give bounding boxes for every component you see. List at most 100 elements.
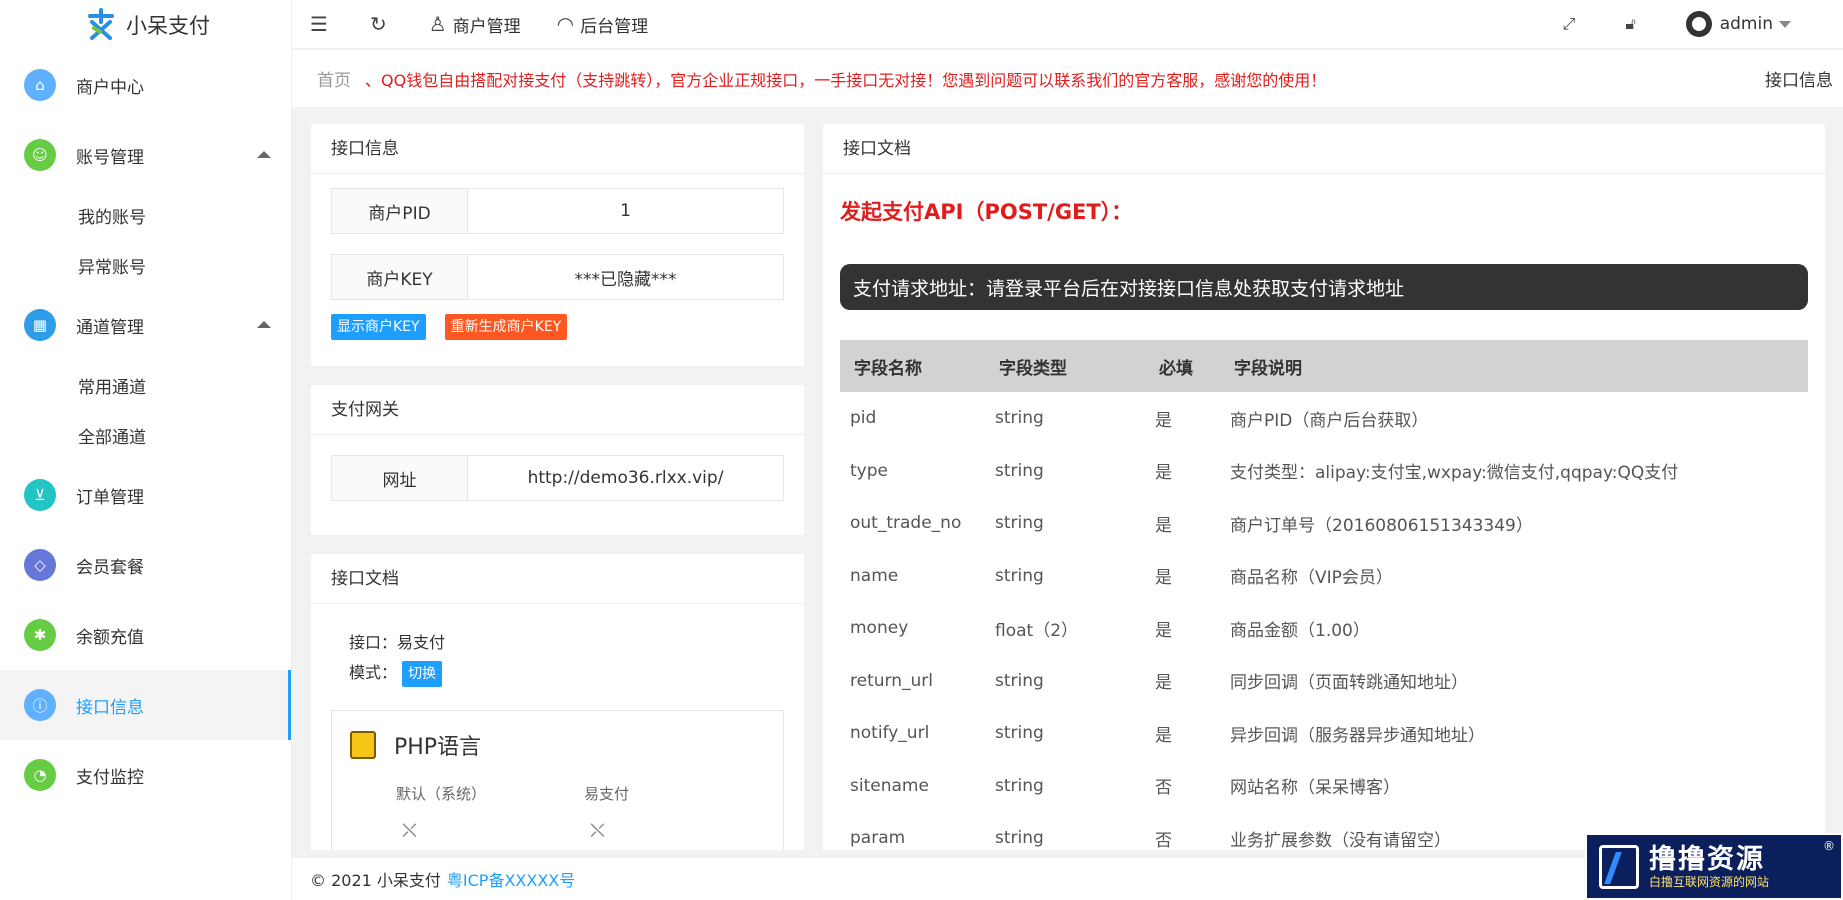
table-cell: string — [995, 775, 1044, 796]
table-cell: float（2） — [995, 620, 1079, 641]
gauge-icon: ◔ — [24, 759, 56, 791]
refresh-button[interactable]: ↻ — [352, 0, 411, 48]
sidebar-item-payment-monitor[interactable]: ◔ 支付监控 — [0, 740, 291, 810]
table-header-row: 字段名称 字段类型 必填 字段说明 — [840, 340, 1808, 392]
download-icon[interactable]: ⛌ — [402, 818, 590, 842]
gateway-url-label: 网址 — [332, 456, 468, 500]
sidebar-item-label: 通道管理 — [76, 317, 144, 338]
user-menu[interactable]: admin — [1664, 0, 1813, 48]
logo-icon — [88, 8, 114, 40]
fullscreen-button[interactable]: ⤢ — [1541, 0, 1604, 48]
php-download-icons: ⛌ ⛌ — [402, 818, 783, 842]
gateway-url-value: http://demo36.rlxx.vip/ — [527, 468, 724, 488]
option-default[interactable]: 默认（系统） — [396, 783, 584, 804]
breadcrumb-home[interactable]: 首页 — [317, 66, 351, 91]
table-cell: name — [850, 565, 899, 586]
menu-fold-icon: ☰ — [310, 12, 328, 36]
app-name: 小呆支付 — [126, 14, 210, 38]
table-row: return_url string 是 同步回调（页面转跳通知地址） — [840, 655, 1808, 708]
sidebar-subitem-common-channel[interactable]: 常用通道 — [0, 360, 291, 410]
table-cell: 是 — [1155, 410, 1172, 431]
left-doc-card: 接口文档 接口：易支付 模式： 切换 PHP语言 默认（系统） 易支付 ⛌ ⛌ — [311, 554, 804, 850]
home-icon: ⌂ — [24, 69, 56, 101]
api-title: 发起支付API（POST/GET）： — [840, 200, 1133, 224]
watermark-sub: 白撸互联网资源的网站 — [1649, 874, 1770, 889]
merchant-mgmt-button[interactable]: ♙ 商户管理 — [411, 0, 539, 48]
sidebar-item-order-mgmt[interactable]: ⊻ 订单管理 — [0, 460, 291, 530]
col-header: 字段名称 — [840, 340, 985, 392]
merchant-mgmt-label: 商户管理 — [452, 16, 521, 37]
sidebar-item-label: 支付监控 — [76, 767, 144, 788]
sidebar-subitem-my-account[interactable]: 我的账号 — [0, 190, 291, 240]
php-options: 默认（系统） 易支付 — [396, 783, 783, 804]
sidebar: 小呆支付 ⌂ 商户中心 ☺ 账号管理 我的账号 异常账号 ▦ 通道管理 常用通道… — [0, 0, 292, 900]
sidebar-item-account-mgmt[interactable]: ☺ 账号管理 — [0, 120, 291, 190]
icp-link[interactable]: 粤ICP备XXXXX号 — [447, 867, 575, 891]
card-title: 支付网关 — [311, 385, 804, 435]
col-header: 必填 — [1145, 340, 1220, 392]
copyright: © 2021 小呆支付 — [310, 871, 441, 890]
fullscreen-icon: ⤢ — [1562, 14, 1576, 33]
table-cell: 商品金额（1.00） — [1230, 620, 1370, 641]
grid-icon: ▦ — [24, 309, 56, 341]
table-cell: 支付类型：alipay:支付宝,wxpay:微信支付,qqpay:QQ支付 — [1230, 463, 1679, 484]
notice-marquee: 、QQ钱包自由搭配对接支付（支持跳转），官方企业正规接口，一手接口无对接！您遇到… — [365, 70, 1327, 90]
regenerate-key-button[interactable]: 重新生成商户KEY — [444, 314, 568, 340]
sidebar-item-membership[interactable]: ◇ 会员套餐 — [0, 530, 291, 600]
table-cell: string — [995, 565, 1044, 586]
lock-button[interactable]: 🔓︎ — [1603, 0, 1663, 48]
table-cell: 是 — [1155, 620, 1172, 641]
cart-icon: ⊻ — [24, 479, 56, 511]
table-row: money float（2） 是 商品金额（1.00） — [840, 602, 1808, 655]
sidebar-item-channel-mgmt[interactable]: ▦ 通道管理 — [0, 290, 291, 360]
sidebar-item-interface-info[interactable]: ⓘ 接口信息 — [0, 670, 291, 740]
table-cell: 否 — [1155, 778, 1172, 799]
key-label: 商户KEY — [332, 255, 468, 299]
table-cell: pid — [850, 408, 877, 429]
sidebar-subitem-all-channel[interactable]: 全部通道 — [0, 410, 291, 460]
table-cell: string — [995, 723, 1044, 744]
app-logo[interactable]: 小呆支付 — [0, 0, 291, 50]
interface-label: 接口：易支付 — [349, 633, 446, 652]
coin-icon: ✱ — [24, 619, 56, 651]
table-cell: money — [850, 618, 909, 639]
show-key-button[interactable]: 显示商户KEY — [331, 314, 426, 340]
backend-mgmt-button[interactable]: ◠ 后台管理 — [539, 0, 666, 48]
breadcrumb: 首页 、QQ钱包自由搭配对接支付（支持跳转），官方企业正规接口，一手接口无对接！… — [292, 49, 1843, 107]
table-cell: 商户PID（商户后台获取） — [1230, 410, 1429, 431]
sidebar-item-merchant-center[interactable]: ⌂ 商户中心 — [0, 50, 291, 120]
option-epay[interactable]: 易支付 — [584, 783, 629, 804]
chevron-down-icon — [1779, 20, 1791, 28]
breadcrumb-current: 接口信息 — [1765, 71, 1833, 91]
watermark-logo: 撸撸资源 白撸互联网资源的网站 ® — [1585, 833, 1843, 900]
user-icon: ☺ — [24, 139, 56, 171]
table-cell: 是 — [1155, 568, 1172, 589]
table-cell: string — [995, 460, 1044, 481]
sidebar-subitem-abnormal-account[interactable]: 异常账号 — [0, 240, 291, 290]
pid-row: 商户PID 1 — [331, 188, 784, 234]
table-cell: 是 — [1155, 515, 1172, 536]
table-cell: return_url — [850, 670, 933, 691]
sidebar-item-recharge[interactable]: ✱ 余额充值 — [0, 600, 291, 670]
sidebar-item-label: 账号管理 — [76, 147, 144, 168]
download-icon[interactable]: ⛌ — [590, 818, 605, 842]
api-doc-card: 接口文档 发起支付API（POST/GET）： 支付请求地址：请登录平台后在对接… — [823, 124, 1825, 850]
table-row: pid string 是 商户PID（商户后台获取） — [840, 392, 1808, 445]
table-row: type string 是 支付类型：alipay:支付宝,wxpay:微信支付,qq… — [840, 445, 1808, 498]
col-header: 字段说明 — [1220, 340, 1808, 392]
gateway-url-row: 网址 http://demo36.rlxx.vip/ — [331, 455, 784, 501]
request-url-bar: 支付请求地址：请登录平台后在对接接口信息处获取支付请求地址 — [840, 264, 1808, 310]
table-row: sitename string 否 网站名称（呆呆博客） — [840, 760, 1808, 813]
registered-mark: ® — [1823, 839, 1835, 853]
key-row: 商户KEY ***已隐藏*** — [331, 254, 784, 300]
sidebar-item-label: 接口信息 — [76, 697, 144, 718]
table-cell: string — [995, 670, 1044, 691]
top-bar: ☰ ↻ ♙ 商户管理 ◠ 后台管理 ⤢ 🔓︎ admin — [292, 0, 1843, 48]
menu-toggle-button[interactable]: ☰ — [292, 0, 352, 48]
chevron-up-icon — [257, 321, 271, 328]
php-header: PHP语言 — [350, 729, 783, 761]
table-cell: notify_url — [850, 723, 930, 744]
key-actions: 显示商户KEY 重新生成商户KEY — [331, 314, 804, 340]
col-header: 字段类型 — [985, 340, 1145, 392]
switch-button[interactable]: 切换 — [402, 661, 443, 687]
